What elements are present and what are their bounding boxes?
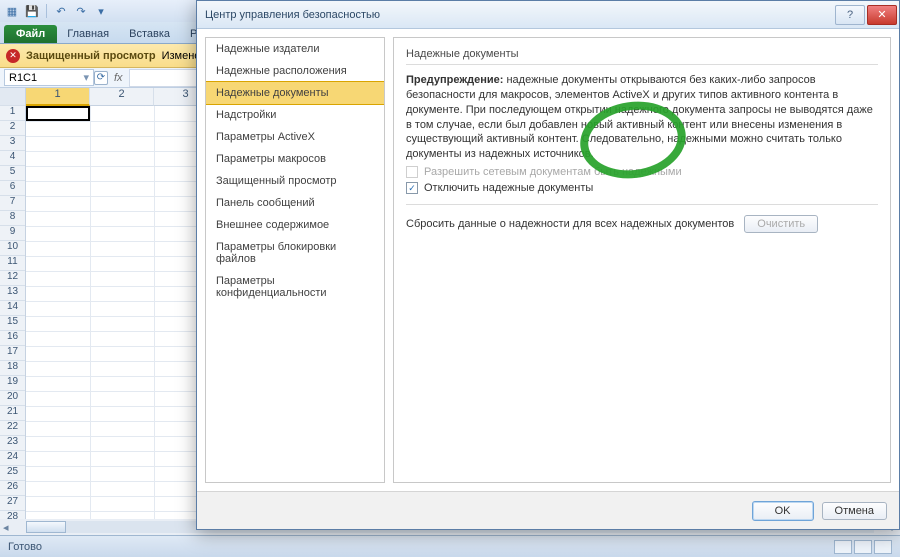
view-buttons (834, 540, 892, 554)
sidebar-item[interactable]: Надежные документы (205, 81, 385, 105)
row-header[interactable]: 25 (0, 466, 25, 481)
chevron-down-icon[interactable]: ▾ (83, 71, 89, 84)
checkbox-allow-network-label: Разрешить сетевым документам быть надежн… (424, 166, 682, 178)
status-bar: Готово (0, 535, 900, 557)
dialog-main-panel: Надежные документы Предупреждение: надеж… (393, 37, 891, 483)
row-header[interactable]: 13 (0, 286, 25, 301)
sidebar-item[interactable]: Панель сообщений (206, 192, 384, 214)
row-headers: 1234567891011121314151617181920212223242… (0, 88, 26, 532)
undo-icon[interactable]: ↶ (53, 3, 69, 19)
row-header[interactable]: 4 (0, 151, 25, 166)
sidebar-item[interactable]: Параметры блокировки файлов (206, 236, 384, 270)
row-header[interactable]: 27 (0, 496, 25, 511)
sidebar-item[interactable]: Защищенный просмотр (206, 170, 384, 192)
select-all-corner[interactable] (0, 88, 25, 106)
section-title: Надежные документы (406, 48, 878, 65)
scrollbar-thumb[interactable] (26, 521, 66, 533)
dialog-titlebar: Центр управления безопасностью ? ✕ (197, 1, 899, 29)
sidebar-item[interactable]: Параметры макросов (206, 148, 384, 170)
view-normal-button[interactable] (834, 540, 852, 554)
row-header[interactable]: 15 (0, 316, 25, 331)
row-header[interactable]: 12 (0, 271, 25, 286)
row-header[interactable]: 1 (0, 106, 25, 121)
reset-label: Сбросить данные о надежности для всех на… (406, 218, 734, 230)
row-header[interactable]: 26 (0, 481, 25, 496)
shield-icon: ✕ (6, 49, 20, 63)
row-header[interactable]: 19 (0, 376, 25, 391)
row-header[interactable]: 23 (0, 436, 25, 451)
cancel-formula-icon[interactable]: ⟳ (94, 71, 108, 85)
protected-view-label: Защищенный просмотр (26, 50, 156, 62)
row-header[interactable]: 21 (0, 406, 25, 421)
row-header[interactable]: 17 (0, 346, 25, 361)
checkbox-disable-trusted-label: Отключить надежные документы (424, 182, 593, 194)
redo-icon[interactable]: ↷ (73, 3, 89, 19)
row-header[interactable]: 6 (0, 181, 25, 196)
row-header[interactable]: 14 (0, 301, 25, 316)
help-button[interactable]: ? (835, 5, 865, 25)
qat-dropdown-icon[interactable]: ▾ (93, 3, 109, 19)
sidebar-item[interactable]: Надежные расположения (206, 60, 384, 82)
excel-icon: ▦ (4, 3, 20, 19)
checkbox-allow-network (406, 166, 418, 178)
dialog-sidebar: Надежные издателиНадежные расположенияНа… (205, 37, 385, 483)
cancel-button[interactable]: Отмена (822, 502, 887, 520)
tab-insert[interactable]: Вставка (119, 25, 180, 43)
sidebar-item[interactable]: Параметры конфиденциальности (206, 270, 384, 304)
clear-button[interactable]: Очистить (744, 215, 818, 233)
tab-file[interactable]: Файл (4, 25, 57, 43)
column-header[interactable]: 1 (26, 88, 90, 106)
name-box[interactable]: R1C1 ▾ (4, 69, 94, 86)
view-pagebreak-button[interactable] (874, 540, 892, 554)
dialog-title: Центр управления безопасностью (205, 9, 380, 21)
row-header[interactable]: 11 (0, 256, 25, 271)
sidebar-item[interactable]: Надстройки (206, 104, 384, 126)
row-header[interactable]: 22 (0, 421, 25, 436)
ok-button[interactable]: OK (752, 501, 814, 521)
warning-text: Предупреждение: надежные документы откры… (406, 73, 878, 162)
sidebar-item[interactable]: Внешнее содержимое (206, 214, 384, 236)
row-header[interactable]: 18 (0, 361, 25, 376)
row-header[interactable]: 10 (0, 241, 25, 256)
row-header[interactable]: 3 (0, 136, 25, 151)
status-text: Готово (8, 541, 42, 553)
save-icon[interactable]: 💾 (24, 3, 40, 19)
row-header[interactable]: 8 (0, 211, 25, 226)
row-header[interactable]: 2 (0, 121, 25, 136)
active-cell[interactable] (26, 106, 90, 121)
trust-center-dialog: Центр управления безопасностью ? ✕ Надеж… (196, 0, 900, 530)
close-button[interactable]: ✕ (867, 5, 897, 25)
fx-icon[interactable]: fx (114, 72, 123, 84)
row-header[interactable]: 16 (0, 331, 25, 346)
sidebar-item[interactable]: Параметры ActiveX (206, 126, 384, 148)
row-header[interactable]: 20 (0, 391, 25, 406)
row-header[interactable]: 7 (0, 196, 25, 211)
row-header[interactable]: 5 (0, 166, 25, 181)
checkbox-disable-trusted[interactable]: ✓ (406, 182, 418, 194)
view-layout-button[interactable] (854, 540, 872, 554)
row-header[interactable]: 9 (0, 226, 25, 241)
column-header[interactable]: 2 (90, 88, 154, 106)
row-header[interactable]: 24 (0, 451, 25, 466)
name-box-value: R1C1 (9, 72, 37, 84)
dialog-footer: OK Отмена (197, 491, 899, 529)
tab-home[interactable]: Главная (57, 25, 119, 43)
sidebar-item[interactable]: Надежные издатели (206, 38, 384, 60)
